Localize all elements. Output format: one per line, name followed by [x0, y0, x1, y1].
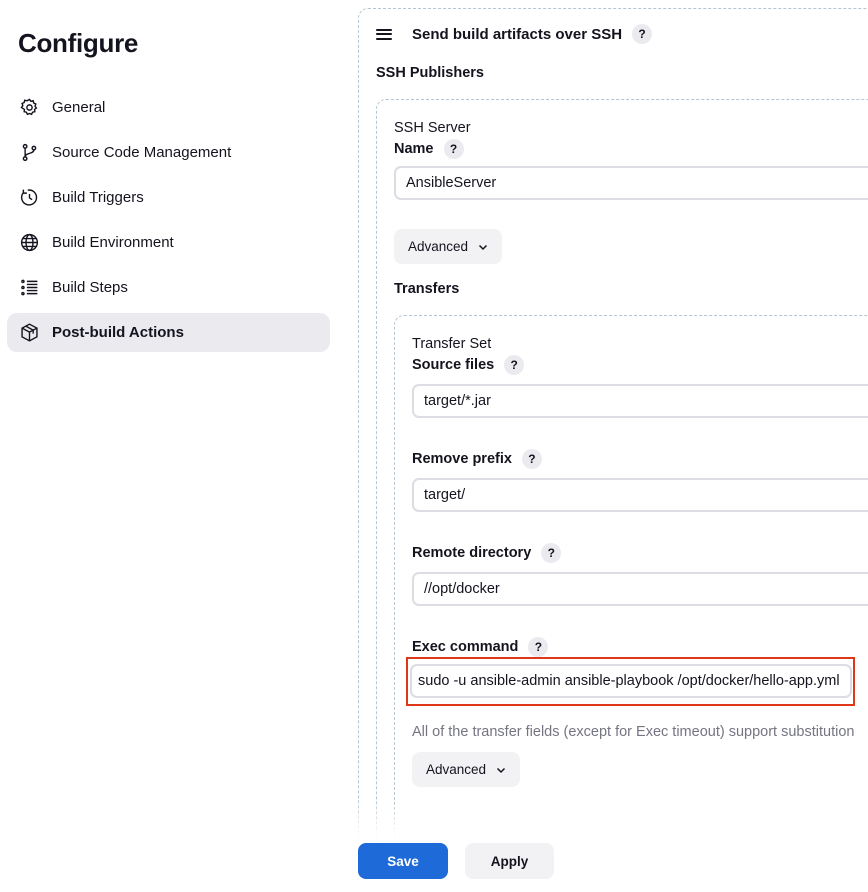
remove-prefix-label: Remove prefix ? [412, 449, 542, 469]
name-label-text: Name [394, 141, 434, 157]
ssh-publishers-label: SSH Publishers [376, 65, 484, 81]
sidebar-item-label: Build Triggers [52, 189, 144, 206]
help-icon[interactable]: ? [443, 139, 464, 159]
git-branch-icon [18, 142, 40, 164]
help-icon[interactable]: ? [632, 24, 653, 44]
remote-directory-input[interactable]: //opt/docker [412, 572, 868, 606]
page-title: Configure [18, 28, 139, 58]
save-button[interactable]: Save [358, 843, 448, 879]
transfer-advanced-button[interactable]: Advanced [412, 752, 521, 787]
remote-directory-label-text: Remote directory [412, 545, 532, 561]
help-icon[interactable]: ? [504, 355, 525, 375]
exec-command-label-text: Exec command [412, 639, 519, 655]
globe-icon [18, 232, 40, 254]
sidebar-item-label: Source Code Management [52, 144, 232, 161]
sidebar-item-label: Post-build Actions [52, 324, 184, 341]
section-header: Send build artifacts over SSH ? [376, 24, 653, 44]
server-name-input[interactable]: AnsibleServer [394, 166, 868, 200]
apply-button[interactable]: Apply [465, 843, 554, 879]
remove-prefix-label-text: Remove prefix [412, 451, 512, 467]
sidebar-item-label: Build Steps [52, 279, 128, 296]
exec-command-label: Exec command ? [412, 637, 549, 657]
sidebar-item-build-steps[interactable]: Build Steps [7, 268, 330, 307]
sidebar-item-source-code-management[interactable]: Source Code Management [7, 133, 330, 172]
source-files-label: Source files ? [412, 355, 525, 375]
exec-command-highlight [406, 657, 855, 706]
sidebar-item-build-triggers[interactable]: Build Triggers [7, 178, 330, 217]
sidebar-item-label: General [52, 99, 106, 116]
sidebar-item-build-environment[interactable]: Build Environment [7, 223, 330, 262]
transfer-hint-text: All of the transfer fields (except for E… [412, 724, 855, 740]
help-icon[interactable]: ? [541, 543, 562, 563]
transfers-label: Transfers [394, 281, 460, 297]
section-title: Send build artifacts over SSH [412, 25, 623, 43]
advanced-label: Advanced [426, 762, 487, 777]
remote-directory-label: Remote directory ? [412, 543, 562, 563]
advanced-label: Advanced [408, 239, 469, 254]
name-label: Name ? [394, 139, 464, 159]
package-icon [18, 322, 40, 344]
ssh-server-heading: SSH Server [394, 120, 471, 136]
list-icon [18, 277, 40, 299]
chevron-down-icon [496, 765, 506, 775]
sidebar-item-general[interactable]: General [7, 88, 330, 127]
sidebar-item-post-build-actions[interactable]: Post-build Actions [7, 313, 330, 352]
clock-icon [18, 187, 40, 209]
help-icon[interactable]: ? [528, 637, 549, 657]
gear-icon [18, 97, 40, 119]
server-advanced-button[interactable]: Advanced [394, 229, 503, 264]
sidebar-item-label: Build Environment [52, 234, 174, 251]
transfer-set-heading: Transfer Set [412, 336, 492, 352]
source-files-input[interactable]: target/*.jar [412, 384, 868, 418]
help-icon[interactable]: ? [521, 449, 542, 469]
remove-prefix-input[interactable]: target/ [412, 478, 868, 512]
source-files-label-text: Source files [412, 357, 495, 373]
chevron-down-icon [478, 242, 488, 252]
sidebar: General Source Code Management Build Tri… [7, 88, 330, 358]
drag-handle-icon[interactable] [376, 28, 392, 40]
